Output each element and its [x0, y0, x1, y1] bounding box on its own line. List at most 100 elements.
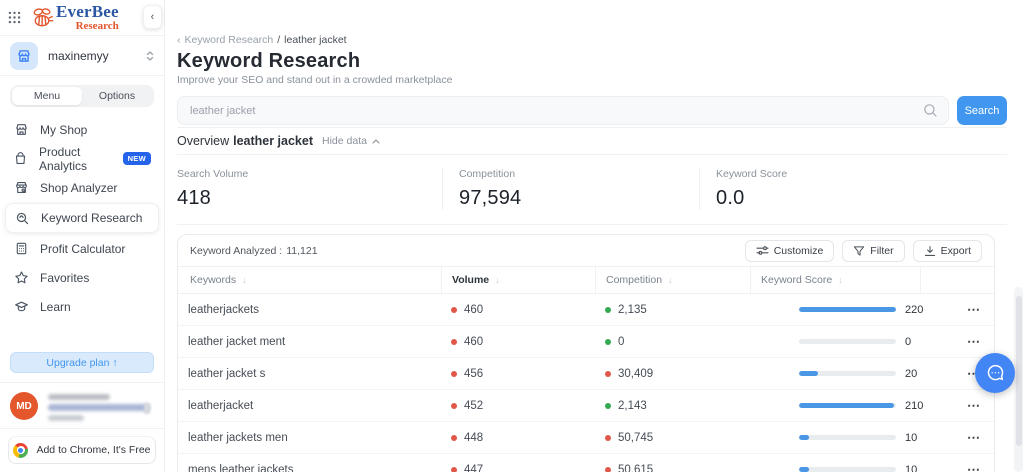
stat-label: Search Volume — [177, 168, 249, 180]
table-scrollbar[interactable] — [1014, 287, 1023, 472]
upgrade-plan-button[interactable]: Upgrade plan ↑ — [10, 352, 154, 373]
calculator-icon — [13, 241, 29, 257]
keyword-analyzed-value: 11,121 — [286, 244, 318, 257]
column-header-volume[interactable]: Volume ↓ — [441, 267, 595, 293]
sidebar-item-learn[interactable]: Learn — [0, 292, 164, 321]
filter-button[interactable]: Filter — [842, 239, 905, 262]
sidebar-logo-row: EverBee Research ‹ — [0, 0, 164, 36]
score-value: 10 — [905, 463, 918, 472]
add-to-chrome-button[interactable]: Add to Chrome, It's Free — [8, 436, 156, 464]
table-row[interactable]: mens leather jackets 447 50,615 10 ⋯ — [178, 454, 994, 472]
keyword-cell: mens leather jackets — [188, 463, 294, 472]
actions-cell: ⋯ — [920, 390, 994, 421]
shop-name: maxinemyy — [48, 48, 109, 63]
hide-data-toggle[interactable]: Hide data — [322, 135, 380, 147]
score-bar-fill — [799, 307, 896, 312]
chevron-up-icon — [372, 138, 380, 144]
sidebar-bottom: Upgrade plan ↑ MD Add to Chrome, It's Fr… — [0, 352, 164, 472]
column-header-competition[interactable]: Competition ↓ — [595, 267, 750, 293]
tab-menu[interactable]: Menu — [12, 87, 82, 105]
stat-value: 97,594 — [459, 187, 522, 209]
competition-cell: 30,409 — [595, 358, 750, 389]
apps-grid-icon[interactable] — [8, 11, 21, 24]
score-bar-fill — [799, 435, 809, 440]
profile-row[interactable]: MD — [0, 382, 164, 428]
logo-line2: Research — [75, 20, 119, 32]
breadcrumb-parent[interactable]: Keyword Research — [185, 34, 274, 46]
competition-value: 50,615 — [618, 463, 654, 472]
column-label: Keywords — [190, 274, 237, 286]
column-header-keywords[interactable]: Keywords ↓ — [178, 267, 441, 293]
score-bar-track — [799, 371, 896, 376]
shop-selector[interactable]: maxinemyy — [0, 36, 164, 76]
row-more-button[interactable]: ⋯ — [967, 422, 980, 454]
shopping-bag-icon — [13, 151, 28, 167]
search-button[interactable]: Search — [957, 96, 1007, 125]
competition-dot — [605, 370, 611, 377]
table-row[interactable]: leather jackets men 448 50,745 10 ⋯ — [178, 422, 994, 454]
sort-icon: ↓ — [838, 275, 843, 285]
scrollbar-thumb[interactable] — [1015, 296, 1022, 446]
row-more-button[interactable]: ⋯ — [967, 390, 980, 422]
column-header-actions — [920, 267, 994, 293]
row-more-button[interactable]: ⋯ — [967, 454, 980, 472]
table-row[interactable]: leatherjackets 460 2,135 220 ⋯ — [178, 294, 994, 326]
sidebar-item-favorites[interactable]: Favorites — [0, 263, 164, 292]
row-more-button[interactable]: ⋯ — [967, 294, 980, 326]
competition-cell: 2,135 — [595, 294, 750, 325]
sidebar-item-my-shop[interactable]: My Shop — [0, 115, 164, 144]
competition-value: 0 — [618, 335, 625, 348]
sort-icon: ↓ — [242, 275, 247, 285]
sidebar-item-product-analytics[interactable]: Product Analytics NEW — [0, 144, 164, 173]
actions-cell: ⋯ — [920, 454, 994, 472]
keyword-cell: leatherjackets — [188, 303, 259, 316]
table-row[interactable]: leatherjacket 452 2,143 210 ⋯ — [178, 390, 994, 422]
sidebar-item-label: Profit Calculator — [40, 241, 126, 256]
score-bar-track — [799, 467, 896, 472]
competition-value: 50,745 — [618, 431, 654, 444]
score-cell: 210 — [750, 390, 923, 421]
everbee-logo: EverBee Research — [30, 3, 119, 32]
sidebar-item-label: My Shop — [40, 122, 88, 137]
keyword-search-input[interactable] — [177, 96, 949, 125]
tab-options[interactable]: Options — [82, 87, 152, 105]
stat-search-volume: Search Volume 418 — [177, 168, 442, 210]
sidebar-item-keyword-research[interactable]: Keyword Research — [5, 203, 159, 233]
main-content: ‹ Keyword Research / leather jacket Keyw… — [165, 0, 1024, 472]
breadcrumb-current: leather jacket — [284, 34, 347, 46]
competition-cell: 50,745 — [595, 422, 750, 453]
chat-fab-button[interactable] — [975, 353, 1015, 393]
sidebar-collapse-button[interactable]: ‹ — [143, 5, 162, 29]
competition-dot — [605, 306, 611, 313]
new-badge: NEW — [122, 152, 151, 165]
chat-bubble-icon — [985, 363, 1006, 384]
stat-competition: Competition 97,594 — [442, 168, 699, 210]
sidebar-nav: My Shop Product Analytics NEW Shop Analy… — [0, 107, 164, 321]
competition-cell: 0 — [595, 326, 750, 357]
export-label: Export — [940, 244, 971, 257]
column-header-keyword-score[interactable]: Keyword Score ↓ — [750, 267, 920, 293]
sidebar-item-profit-calculator[interactable]: Profit Calculator — [0, 234, 164, 263]
overview-stats: Search Volume 418 Competition 97,594 Key… — [177, 155, 1007, 224]
row-more-button[interactable]: ⋯ — [967, 326, 980, 358]
competition-value: 2,135 — [618, 303, 647, 316]
customize-button[interactable]: Customize — [744, 239, 835, 262]
competition-dot — [605, 434, 611, 441]
funnel-icon — [853, 245, 865, 257]
score-bar-track — [799, 307, 896, 312]
export-button[interactable]: Export — [912, 239, 982, 262]
competition-cell: 50,615 — [595, 454, 750, 472]
table-row[interactable]: leather jacket s 456 30,409 20 ⋯ — [178, 358, 994, 390]
table-header: Keywords ↓ Volume ↓ Competition ↓ Keywor… — [178, 266, 994, 294]
volume-value: 460 — [464, 335, 484, 348]
overview-label: Overview — [177, 134, 230, 148]
chevron-up-down-icon[interactable] — [146, 50, 154, 62]
stat-label: Competition — [459, 168, 516, 180]
sidebar-item-shop-analyzer[interactable]: Shop Analyzer — [0, 173, 164, 202]
table-row[interactable]: leather jacket ment 460 0 0 ⋯ — [178, 326, 994, 358]
table-body: leatherjackets 460 2,135 220 ⋯ leather j… — [178, 294, 994, 472]
sidebar-item-label: Favorites — [40, 270, 90, 285]
customize-label: Customize — [773, 244, 824, 257]
back-chevron-icon[interactable]: ‹ — [177, 34, 181, 46]
sort-icon: ↓ — [495, 275, 500, 285]
